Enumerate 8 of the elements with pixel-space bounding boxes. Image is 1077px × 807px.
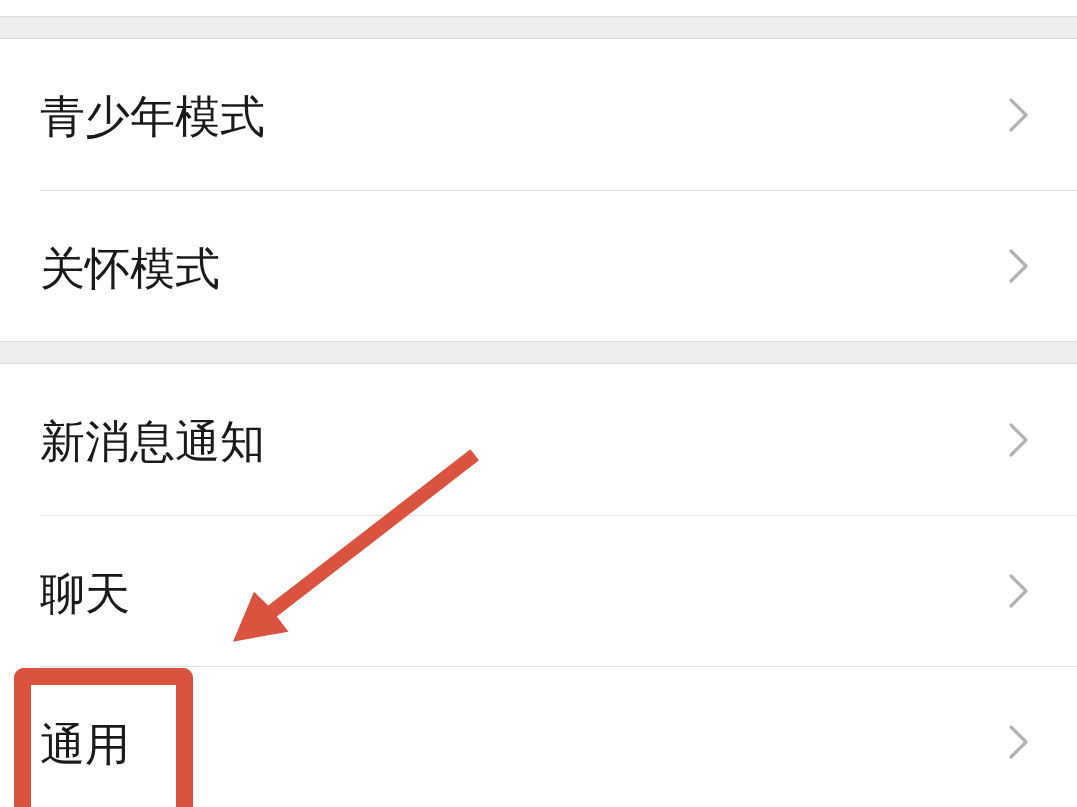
- chevron-right-icon: [1009, 97, 1029, 132]
- chevron-right-icon: [1009, 574, 1029, 608]
- chevron-right-icon: [1009, 249, 1029, 283]
- chevron-right-icon: [1009, 725, 1029, 759]
- settings-item[interactable]: 青少年模式: [40, 39, 1077, 190]
- settings-item[interactable]: 新消息通知: [40, 364, 1077, 515]
- settings-item[interactable]: 通用: [40, 666, 1077, 807]
- chevron-right-icon: [1009, 422, 1029, 457]
